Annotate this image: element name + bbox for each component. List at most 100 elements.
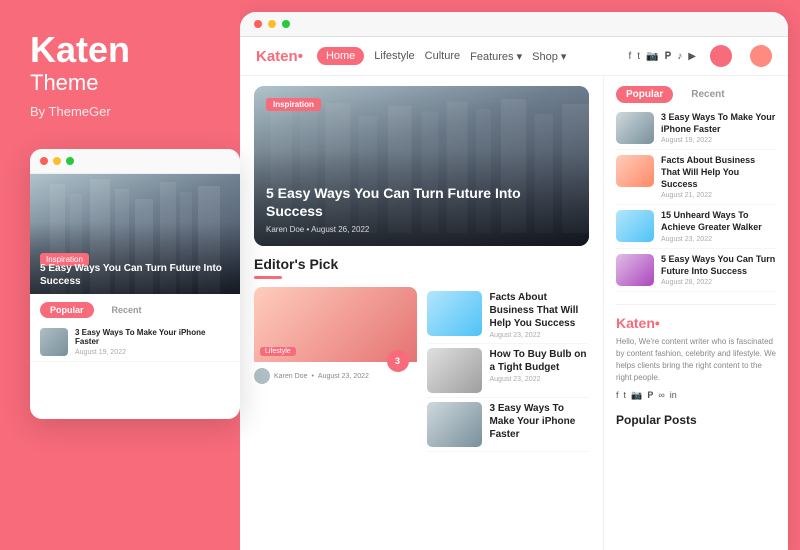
hero-article-body: 5 Easy Ways You Can Turn Future Into Suc… [266, 184, 577, 234]
browser-top-bar [240, 12, 788, 37]
editor-list-body-2: 3 Easy Ways To Make Your iPhone Faster [490, 402, 590, 447]
about-section: Katen• Hello, We're content writer who i… [616, 304, 776, 401]
nav-facebook-icon[interactable]: f [629, 51, 632, 62]
content-right-sidebar: Popular Recent 3 Easy Ways To Make Your … [603, 76, 788, 550]
mobile-mockup: Inspiration 5 Easy Ways You Can Turn Fut… [30, 149, 240, 419]
sidebar-tabs-section: Popular Recent 3 Easy Ways To Make Your … [616, 86, 776, 292]
sidebar-thumb-3 [616, 254, 654, 286]
nav-youtube-icon[interactable]: ▶ [688, 51, 696, 62]
hero-author: Karen Doe [266, 225, 304, 234]
nav-link-culture[interactable]: Culture [425, 50, 460, 62]
hero-article[interactable]: Inspiration 5 Easy Ways You Can Turn Fut… [254, 86, 589, 246]
dot-yellow [53, 157, 61, 165]
nav-link-home[interactable]: Home [317, 47, 364, 65]
editor-list-body-0: Facts About Business That Will Help You … [490, 291, 590, 339]
sidebar-article-2[interactable]: 15 Unheard Ways To Achieve Greater Walke… [616, 205, 776, 248]
brand-by: By ThemeGer [30, 104, 220, 119]
mockup-hero-title: 5 Easy Ways You Can Turn Future Into Suc… [40, 262, 230, 288]
mockup-tab-popular[interactable]: Popular [40, 302, 94, 318]
browser-main: Inspiration 5 Easy Ways You Can Turn Fut… [240, 76, 788, 550]
mockup-list-text: 3 Easy Ways To Make Your iPhone Faster A… [75, 328, 230, 356]
sidebar-article-title-3: 5 Easy Ways You Can Turn Future Into Suc… [661, 254, 776, 277]
hero-article-meta: Karen Doe • August 26, 2022 [266, 225, 577, 234]
sidebar-article-title-1: Facts About Business That Will Help You … [661, 155, 776, 190]
popular-posts-title: Popular Posts [616, 413, 776, 427]
nav-links: Home Lifestyle Culture Features ▾ Shop ▾ [317, 47, 615, 65]
nav-link-shop[interactable]: Shop ▾ [532, 50, 566, 63]
mockup-list-thumb [40, 328, 68, 356]
about-instagram-icon[interactable]: 📷 [631, 390, 642, 401]
editor-list-item-1[interactable]: How To Buy Bulb on a Tight Budget August… [427, 344, 590, 398]
sidebar-article-0[interactable]: 3 Easy Ways To Make Your iPhone Faster A… [616, 107, 776, 150]
hero-date: August 26, 2022 [311, 225, 369, 234]
browser-panel: Katen• Home Lifestyle Culture Features ▾… [240, 12, 788, 550]
browser-dot-yellow [268, 20, 276, 28]
editor-list-thumb-1 [427, 348, 482, 393]
sidebar-article-body-2: 15 Unheard Ways To Achieve Greater Walke… [661, 210, 776, 242]
nav-twitter-icon[interactable]: t [637, 51, 640, 62]
sidebar-article-title-0: 3 Easy Ways To Make Your iPhone Faster [661, 112, 776, 135]
editor-list-title-2: 3 Easy Ways To Make Your iPhone Faster [490, 402, 590, 441]
about-pinterest-icon[interactable]: 𝐏 [647, 390, 653, 401]
sidebar-thumb-2 [616, 210, 654, 242]
nav-avatar-2[interactable] [750, 45, 772, 67]
mockup-top-bar [30, 149, 240, 174]
editor-list-item-0[interactable]: Facts About Business That Will Help You … [427, 287, 590, 344]
sidebar-article-body-0: 3 Easy Ways To Make Your iPhone Faster A… [661, 112, 776, 144]
mockup-list-date: August 19, 2022 [75, 349, 230, 356]
nav-tiktok-icon[interactable]: ♪ [677, 51, 682, 62]
mockup-list-item: 3 Easy Ways To Make Your iPhone Faster A… [30, 323, 240, 362]
sidebar-thumb-0 [616, 112, 654, 144]
sidebar-article-date-0: August 19, 2022 [661, 137, 776, 144]
editor-list-meta-1: August 23, 2022 [490, 376, 590, 383]
mockup-tab-recent[interactable]: Recent [102, 302, 152, 318]
mockup-list-thumb-img [40, 328, 68, 356]
nav-brand-dot: • [298, 48, 303, 65]
sidebar-tab-popular[interactable]: Popular [616, 86, 673, 103]
about-medium-icon[interactable]: ∞ [658, 390, 664, 401]
about-twitter-icon[interactable]: t [624, 390, 627, 401]
editor-list-item-2[interactable]: 3 Easy Ways To Make Your iPhone Faster [427, 398, 590, 452]
nav-social-icons: f t 📷 𝐏 ♪ ▶ [629, 51, 697, 62]
editor-card-num: 3 [387, 350, 409, 372]
editor-list-body-1: How To Buy Bulb on a Tight Budget August… [490, 348, 590, 393]
editors-pick-section: Editor's Pick Lifestyle 3 [254, 256, 589, 540]
mockup-list-title: 3 Easy Ways To Make Your iPhone Faster [75, 328, 230, 347]
about-linkedin-icon[interactable]: in [670, 390, 677, 401]
content-left: Inspiration 5 Easy Ways You Can Turn Fut… [240, 76, 603, 550]
nav-avatar-1[interactable] [710, 45, 732, 67]
sidebar-article-body-3: 5 Easy Ways You Can Turn Future Into Suc… [661, 254, 776, 286]
about-facebook-icon[interactable]: f [616, 390, 619, 401]
editor-list-thumb-2 [427, 402, 482, 447]
editor-list-title-1: How To Buy Bulb on a Tight Budget [490, 348, 590, 374]
sidebar-article-date-1: August 21, 2022 [661, 192, 776, 199]
browser-dot-green [282, 20, 290, 28]
about-brand-text: Katen [616, 315, 655, 331]
sidebar-tabs: Popular Recent [616, 86, 776, 103]
editors-pick-underline [254, 276, 282, 279]
sidebar-article-1[interactable]: Facts About Business That Will Help You … [616, 150, 776, 205]
nav-link-lifestyle[interactable]: Lifestyle [374, 50, 414, 62]
hero-tag: Inspiration [266, 98, 321, 111]
editor-card-author-name: Karen Doe [274, 373, 307, 380]
sidebar-article-date-2: August 23, 2022 [661, 236, 776, 243]
nav-instagram-icon[interactable]: 📷 [646, 51, 658, 62]
nav-link-features[interactable]: Features ▾ [470, 50, 522, 63]
editors-pick-title: Editor's Pick [254, 256, 338, 272]
sidebar-article-3[interactable]: 5 Easy Ways You Can Turn Future Into Suc… [616, 249, 776, 292]
nav-brand-text: Katen [256, 48, 298, 65]
editor-card-author-sep: • [311, 373, 313, 380]
browser-nav: Katen• Home Lifestyle Culture Features ▾… [240, 37, 788, 76]
editor-card-thumb: Lifestyle 3 [254, 287, 417, 362]
editor-card-main[interactable]: Lifestyle 3 Karen Doe • August 23, 2022 [254, 287, 417, 452]
editor-card-date: August 23, 2022 [318, 373, 369, 380]
editor-card-avatar [254, 368, 270, 384]
dot-green [66, 157, 74, 165]
mockup-hero-image: Inspiration 5 Easy Ways You Can Turn Fut… [30, 174, 240, 294]
brand-title: Katen [30, 30, 220, 70]
nav-pinterest-icon[interactable]: 𝐏 [665, 51, 672, 62]
browser-dot-red [254, 20, 262, 28]
left-panel: Katen Theme By ThemeGer [0, 0, 240, 550]
browser-content: Katen• Home Lifestyle Culture Features ▾… [240, 37, 788, 550]
sidebar-tab-recent[interactable]: Recent [681, 86, 734, 103]
